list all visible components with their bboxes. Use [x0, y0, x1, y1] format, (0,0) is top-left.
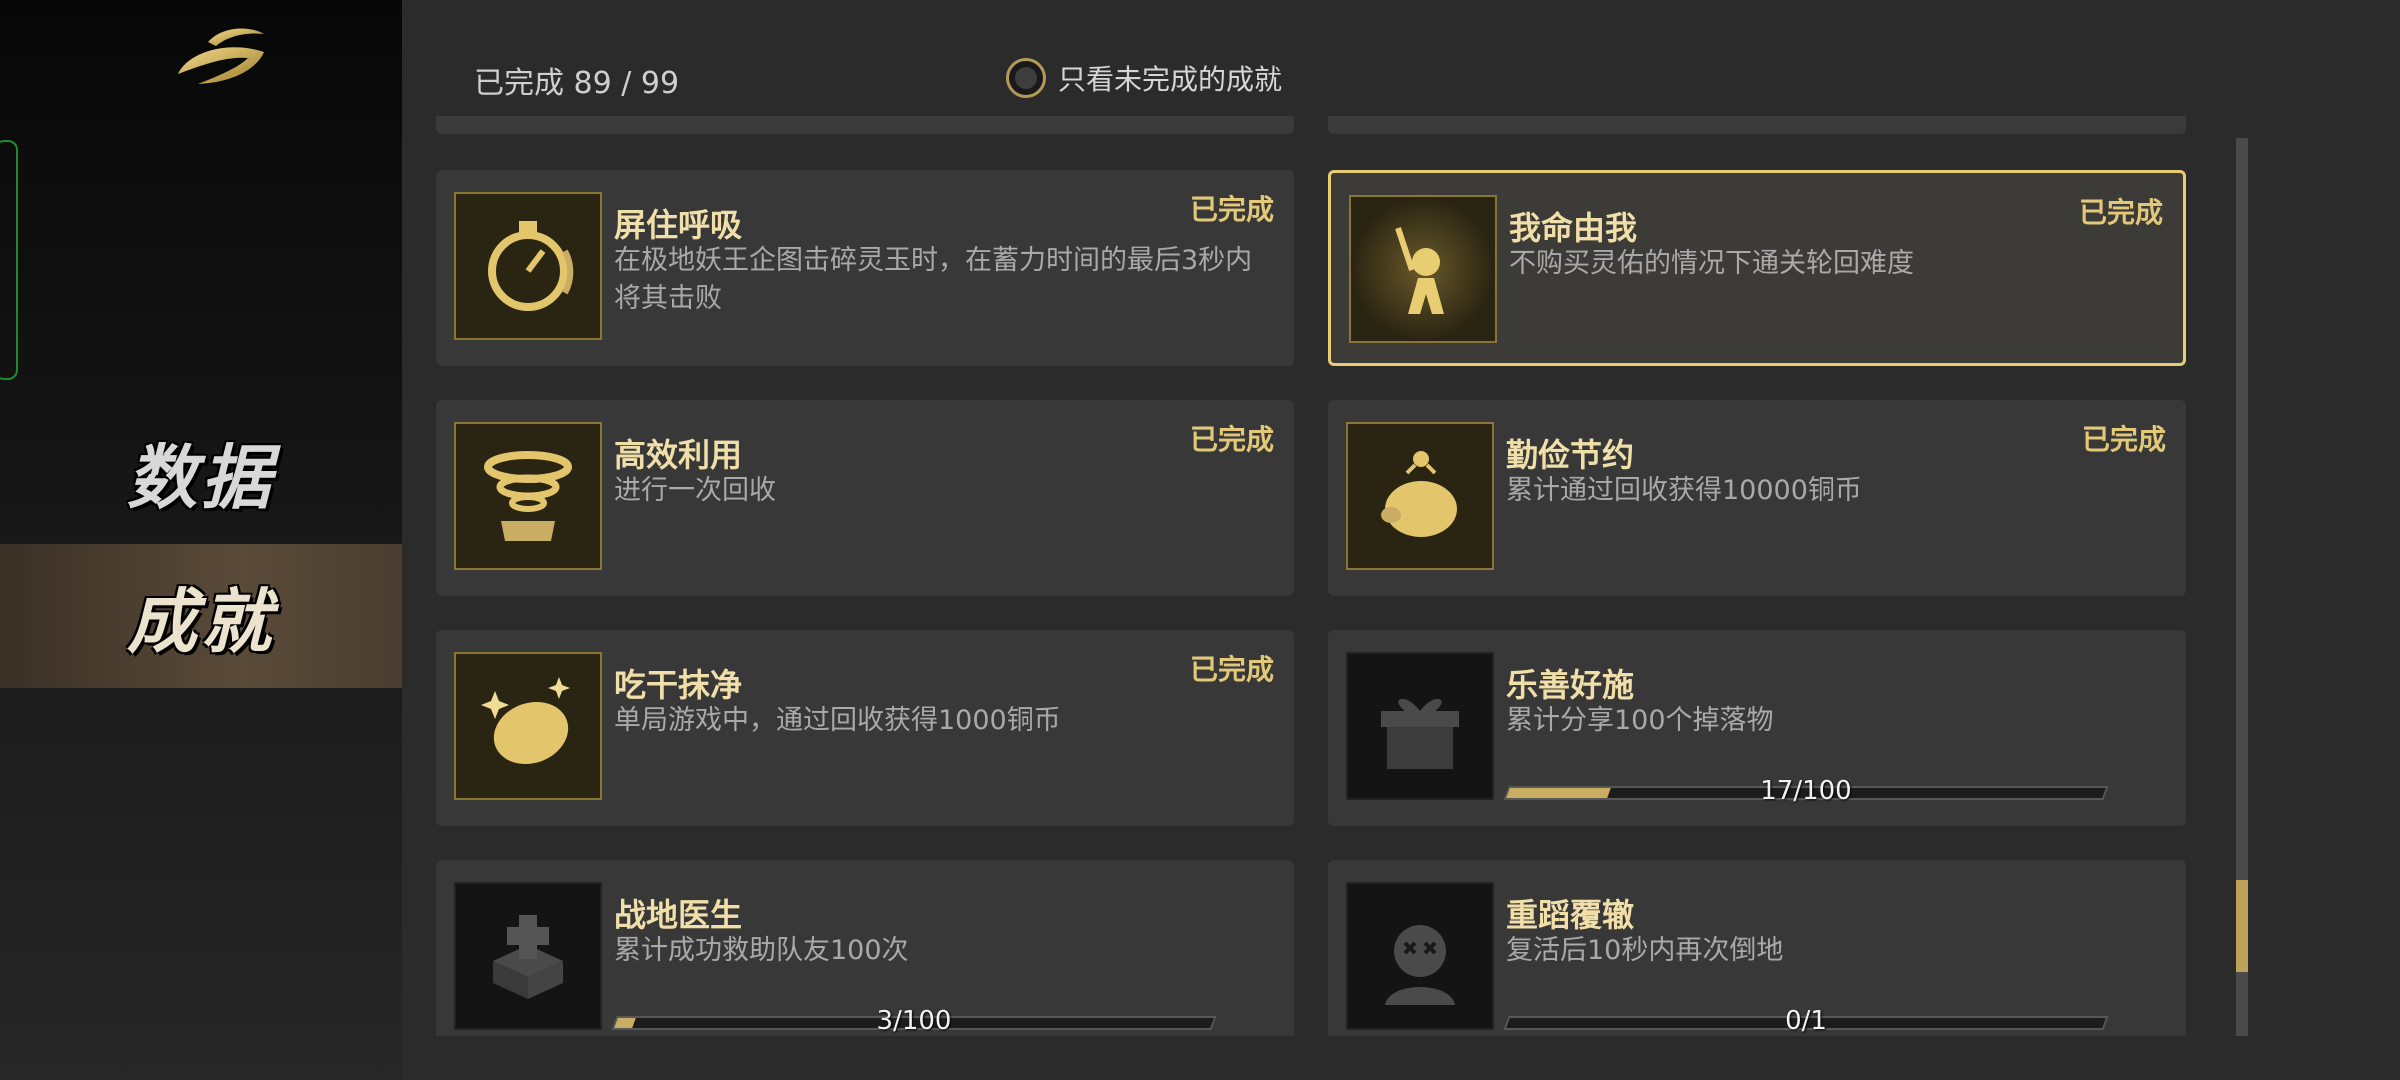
filter-incomplete-toggle[interactable]: 只看未完成的成就 — [1006, 58, 1282, 98]
tornado-box-icon — [454, 422, 602, 570]
achievement-title: 乐善好施 — [1506, 666, 1635, 704]
achievement-list[interactable]: 屏住呼吸 在极地妖王企图击碎灵玉时，在蓄力时间的最后3秒内将其击败 已完成 我命… — [436, 116, 2186, 1036]
achievement-description: 累计通过回收获得10000铜币 — [1506, 475, 1862, 506]
achievement-card[interactable]: 我命由我 不购买灵佑的情况下通关轮回难度 已完成 — [1328, 170, 2186, 366]
sidebar: 数据 成就 — [0, 0, 402, 1080]
list-item-peek — [436, 116, 1294, 134]
sidebar-edge-highlight — [0, 140, 18, 380]
achievement-card[interactable]: 乐善好施 累计分享100个掉落物 17/100 — [1328, 630, 2186, 826]
achievement-card[interactable]: 勤俭节约 累计通过回收获得10000铜币 已完成 — [1328, 400, 2186, 596]
achievement-card[interactable]: 吃干抹净 单局游戏中，通过回收获得1000铜币 已完成 — [436, 630, 1294, 826]
progress-text: 0/1 — [1785, 1006, 1827, 1036]
stopwatch-icon — [454, 192, 602, 340]
knocked-out-head-icon — [1346, 882, 1494, 1030]
radio-button[interactable] — [1006, 58, 1046, 98]
piggy-bank-icon — [1346, 422, 1494, 570]
raised-sword-figure-icon — [1349, 195, 1497, 343]
achievement-description: 不购买灵佑的情况下通关轮回难度 — [1509, 248, 1914, 279]
sidebar-item-achievements[interactable]: 成就 — [0, 544, 402, 688]
achievement-title: 重蹈覆辙 — [1506, 896, 1635, 934]
achievement-title: 我命由我 — [1509, 209, 1638, 247]
scrollbar[interactable] — [2236, 138, 2248, 1036]
achievement-description: 在极地妖王企图击碎灵玉时，在蓄力时间的最后3秒内将其击败 — [614, 245, 1253, 314]
game-logo-icon — [178, 28, 264, 84]
status-badge: 已完成 — [1189, 193, 1274, 226]
status-badge: 已完成 — [1189, 653, 1274, 686]
status-badge: 已完成 — [1189, 423, 1274, 456]
achievement-description: 单局游戏中，通过回收获得1000铜币 — [614, 705, 1061, 736]
progress-text: 17/100 — [1760, 776, 1852, 806]
achievement-card[interactable]: 重蹈覆辙 复活后10秒内再次倒地 0/1 — [1328, 860, 2186, 1036]
achievement-description: 累计分享100个掉落物 — [1506, 705, 1774, 736]
achievement-title: 高效利用 — [614, 436, 743, 474]
achievement-title: 吃干抹净 — [614, 666, 743, 704]
sidebar-item-label: 数据 — [127, 435, 275, 519]
sparkling-coin-icon — [454, 652, 602, 800]
achievement-description: 复活后10秒内再次倒地 — [1506, 935, 1784, 966]
gift-box-icon — [1346, 652, 1494, 800]
filter-label: 只看未完成的成就 — [1058, 63, 1283, 96]
scrollbar-thumb[interactable] — [2236, 880, 2248, 972]
achievement-description: 进行一次回收 — [614, 475, 776, 506]
achievement-title: 战地医生 — [614, 896, 743, 934]
sidebar-item-label: 成就 — [127, 579, 275, 663]
sidebar-item-data[interactable]: 数据 — [0, 400, 402, 544]
achievement-title: 勤俭节约 — [1506, 436, 1635, 474]
status-badge: 已完成 — [2081, 423, 2166, 456]
status-badge: 已完成 — [2078, 196, 2163, 229]
achievement-description: 累计成功救助队友100次 — [614, 935, 909, 966]
completion-counter: 已完成 89 / 99 — [474, 66, 680, 101]
achievement-card[interactable]: 高效利用 进行一次回收 已完成 — [436, 400, 1294, 596]
progress-text: 3/100 — [876, 1006, 952, 1036]
medical-box-icon — [454, 882, 602, 1030]
achievement-card[interactable]: 屏住呼吸 在极地妖王企图击碎灵玉时，在蓄力时间的最后3秒内将其击败 已完成 — [436, 170, 1294, 366]
achievement-title: 屏住呼吸 — [614, 206, 743, 244]
achievement-card[interactable]: 战地医生 累计成功救助队友100次 3/100 — [436, 860, 1294, 1036]
list-item-peek — [1328, 116, 2186, 134]
